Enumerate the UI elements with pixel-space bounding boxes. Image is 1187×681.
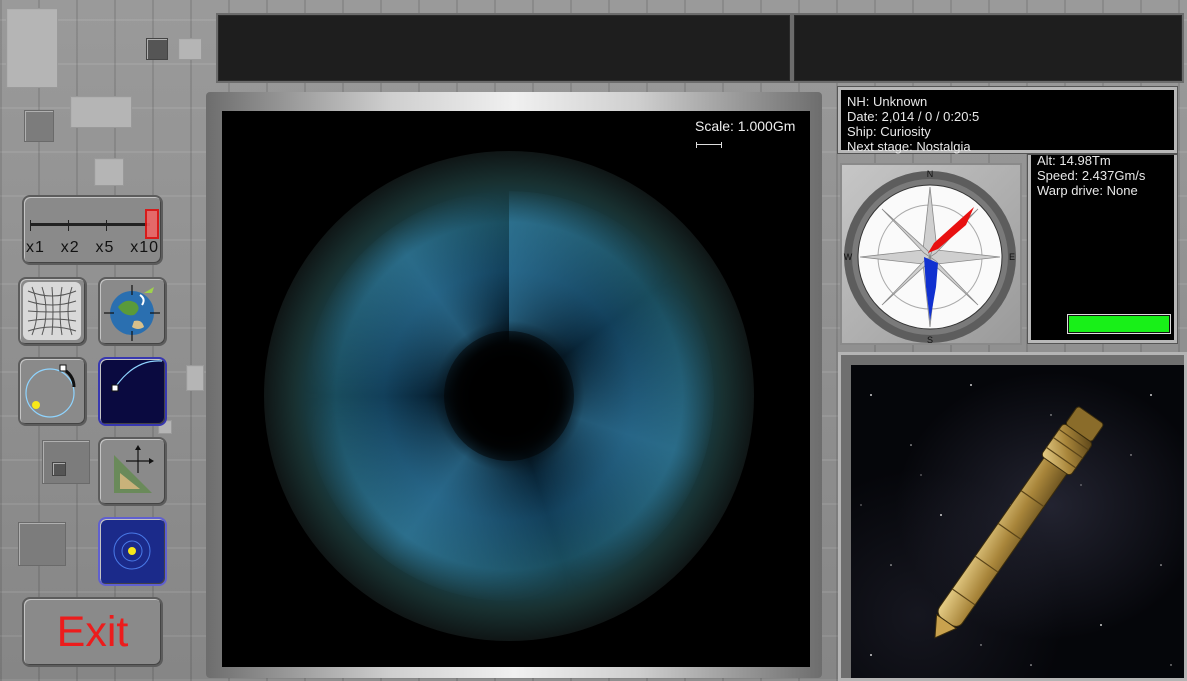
map-pan-icon (114, 445, 154, 493)
panel-tile (146, 38, 168, 60)
compass-south-label: S (927, 335, 933, 343)
time-warp-tick (68, 220, 69, 231)
planet-target-icon (104, 285, 160, 341)
black-hole-galaxy (264, 151, 754, 641)
next-stage-text: Next stage: Nostalgia (847, 139, 971, 154)
grid-view-button[interactable] (18, 277, 87, 346)
panel-tile (18, 522, 66, 566)
orbit-zoom-icon (111, 360, 163, 392)
orbit-view-button[interactable] (18, 357, 87, 426)
time-warp-x1[interactable]: x1 (26, 239, 45, 257)
scale-label: Scale: 1.000Gm (695, 118, 796, 134)
main-view[interactable]: Scale: 1.000Gm (222, 111, 810, 667)
star-system-button[interactable] (98, 517, 167, 586)
compass-rose-icon: N E S W (844, 169, 1016, 343)
star-system-icon (113, 532, 151, 570)
time-warp-track (30, 220, 150, 231)
speed-text: Speed: 2.437Gm/s (1037, 168, 1146, 183)
spaceship-icon (860, 384, 1172, 666)
warp-bar (1067, 314, 1171, 334)
message-bar-right (792, 13, 1184, 83)
time-warp-tick (30, 220, 31, 231)
orbit-icon (25, 364, 76, 418)
exit-button[interactable]: Exit (22, 597, 163, 667)
panel-tile (70, 96, 132, 128)
warp-bar-fill (1069, 316, 1169, 332)
ship-text: Ship: Curiosity (847, 124, 931, 139)
starfield (851, 365, 1184, 678)
panel-tile (42, 440, 90, 484)
time-warp-x2[interactable]: x2 (61, 239, 80, 257)
panel-tile (94, 158, 124, 186)
status-panel: NH: Unknown Date: 2,014 / 0 / 0:20:5 Shi… (838, 87, 1177, 154)
grid-distortion-icon (23, 282, 81, 340)
warp-drive-text: Warp drive: None (1037, 183, 1138, 198)
time-warp-selector[interactable]: x1 x2 x5 x10 (22, 195, 163, 265)
panel-tile (178, 38, 202, 60)
time-warp-x5[interactable]: x5 (95, 239, 114, 257)
panel-tile (52, 462, 66, 476)
scale-bar (696, 142, 722, 148)
nh-text: NH: Unknown (847, 94, 928, 109)
panel-tile (186, 365, 204, 391)
time-warp-handle[interactable] (145, 209, 159, 239)
map-pan-button[interactable] (98, 437, 167, 506)
date-text: Date: 2,014 / 0 / 0:20:5 (847, 109, 980, 124)
time-warp-x10[interactable]: x10 (130, 239, 159, 257)
message-bar-left (216, 13, 792, 83)
panel-tile (24, 110, 54, 142)
orbit-zoom-button[interactable] (98, 357, 167, 426)
panel-tile (6, 8, 58, 88)
compass-east-label: E (1009, 252, 1015, 262)
planet-target-button[interactable] (98, 277, 167, 346)
compass-west-label: W (844, 252, 853, 262)
telemetry-panel: Alt: 14.98Tm Speed: 2.437Gm/s Warp drive… (1028, 153, 1177, 343)
ship-view (838, 352, 1187, 681)
compass: N E S W (840, 163, 1022, 345)
time-warp-tick (106, 220, 107, 231)
altitude-text: Alt: 14.98Tm (1037, 153, 1111, 168)
compass-north-label: N (927, 169, 934, 179)
